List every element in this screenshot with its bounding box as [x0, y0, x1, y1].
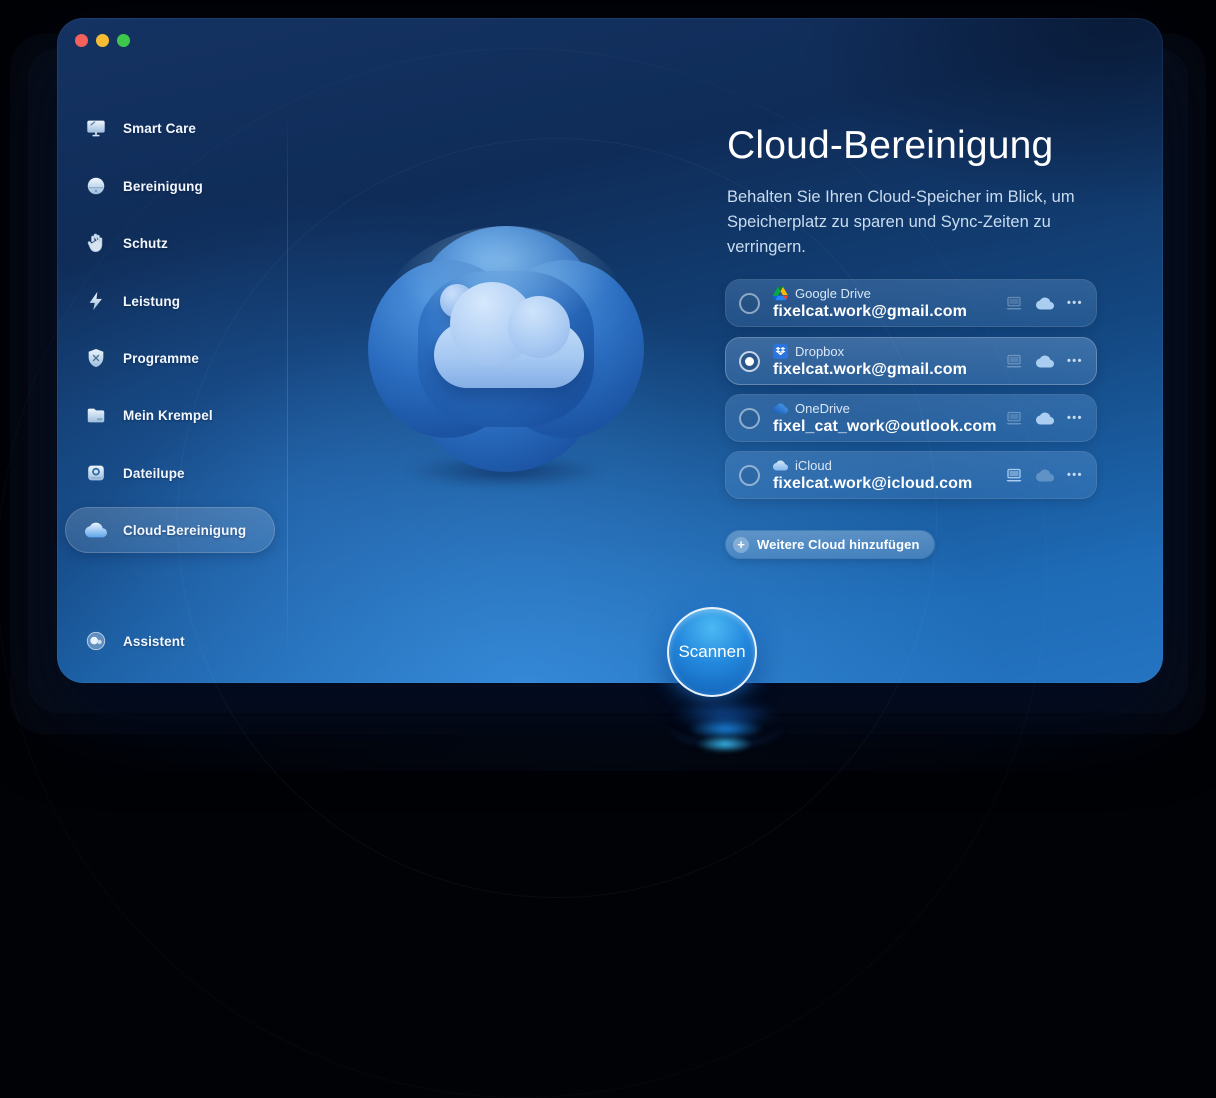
blob-core [418, 271, 594, 427]
sidebar: Smart Care Bereinigung Schutz Leistung P… [57, 18, 287, 683]
my-clutter-icon [84, 403, 108, 427]
account-radio[interactable] [739, 293, 760, 314]
sidebar-divider [287, 113, 288, 655]
cloud-sync-icon [1036, 297, 1054, 310]
laptop-icon [1005, 296, 1023, 311]
small-cloud-ball [440, 284, 474, 318]
cloud-sync-icon [1036, 355, 1054, 368]
plus-icon: + [733, 537, 749, 553]
sidebar-item-smart-care[interactable]: Smart Care [66, 106, 274, 150]
sidebar-item-label: Schutz [123, 236, 168, 251]
ellipsis-menu-icon[interactable]: ••• [1067, 470, 1083, 480]
page-description: Behalten Sie Ihren Cloud-Speicher im Bli… [727, 185, 1103, 260]
account-email: fixelcat.work@gmail.com [773, 361, 967, 379]
blob-lobe [417, 314, 595, 472]
sidebar-item-mein-krempel[interactable]: Mein Krempel [66, 393, 274, 437]
laptop-icon [1005, 354, 1023, 369]
laptop-icon [1005, 411, 1023, 426]
service-name: OneDrive [795, 401, 850, 416]
account-radio[interactable] [739, 465, 760, 486]
sidebar-item-label: Dateilupe [123, 466, 185, 481]
sidebar-item-cloud-bereinigung[interactable]: Cloud-Bereinigung [66, 508, 274, 552]
service-name: Dropbox [795, 344, 844, 359]
scan-button[interactable]: Scannen [667, 607, 757, 697]
cleanup-icon [84, 174, 108, 198]
account-row-onedrive[interactable]: OneDrive fixel_cat_work@outlook.com ••• [726, 395, 1096, 441]
account-email: fixel_cat_work@outlook.com [773, 418, 997, 436]
account-radio[interactable] [739, 351, 760, 372]
applications-icon [84, 346, 108, 370]
account-row-icloud[interactable]: iCloud fixelcat.work@icloud.com ••• [726, 452, 1096, 498]
account-email: fixelcat.work@icloud.com [773, 475, 972, 493]
add-cloud-button[interactable]: + Weitere Cloud hinzufügen [726, 531, 934, 558]
account-row-dropbox[interactable]: Dropbox fixelcat.work@gmail.com ••• [726, 338, 1096, 384]
cloud-sync-icon [1036, 412, 1054, 425]
blob-lobe [486, 260, 644, 438]
account-row-google-drive[interactable]: Google Drive fixelcat.work@gmail.com ••• [726, 280, 1096, 326]
account-email: fixelcat.work@gmail.com [773, 303, 967, 321]
cloud-cleanup-icon [84, 518, 108, 542]
sidebar-item-programme[interactable]: Programme [66, 336, 274, 380]
desktop-background: Smart Care Bereinigung Schutz Leistung P… [0, 0, 1216, 771]
add-cloud-label: Weitere Cloud hinzufügen [757, 537, 920, 552]
smart-care-icon [84, 116, 108, 140]
sidebar-item-leistung[interactable]: Leistung [66, 279, 274, 323]
service-name: iCloud [795, 458, 832, 473]
laptop-icon [1005, 468, 1023, 483]
sidebar-item-label: Assistent [123, 634, 185, 649]
sidebar-item-label: Bereinigung [123, 179, 203, 194]
ellipsis-menu-icon[interactable]: ••• [1067, 298, 1083, 308]
performance-icon [84, 289, 108, 313]
icloud-icon [773, 458, 788, 473]
cloud-sync-icon [1036, 469, 1054, 482]
sidebar-item-schutz[interactable]: Schutz [66, 221, 274, 265]
sidebar-item-assistent[interactable]: Assistent [66, 619, 274, 663]
page-title: Cloud-Bereinigung [727, 124, 1053, 168]
sidebar-item-dateilupe[interactable]: Dateilupe [66, 451, 274, 495]
sidebar-item-label: Mein Krempel [123, 408, 213, 423]
sidebar-item-label: Cloud-Bereinigung [123, 523, 246, 538]
assistant-icon [84, 629, 108, 653]
blob-shadow [406, 454, 606, 488]
file-lens-icon [84, 461, 108, 485]
blob-lobe [417, 226, 595, 384]
sidebar-item-label: Leistung [123, 294, 180, 309]
inner-cloud-shape [434, 322, 584, 388]
sidebar-item-label: Programme [123, 351, 199, 366]
sidebar-item-bereinigung[interactable]: Bereinigung [66, 164, 274, 208]
google-drive-icon [773, 286, 788, 301]
ellipsis-menu-icon[interactable]: ••• [1067, 356, 1083, 366]
ellipsis-menu-icon[interactable]: ••• [1067, 413, 1083, 423]
dropbox-icon [773, 344, 788, 359]
app-window: Smart Care Bereinigung Schutz Leistung P… [57, 18, 1163, 683]
sidebar-item-label: Smart Care [123, 121, 196, 136]
account-radio[interactable] [739, 408, 760, 429]
cloud-blob-illustration [368, 226, 644, 472]
blob-sheen [368, 226, 644, 472]
onedrive-icon [773, 401, 788, 416]
blob-lobe [368, 260, 526, 438]
service-name: Google Drive [795, 286, 871, 301]
protection-icon [84, 231, 108, 255]
scan-button-label: Scannen [678, 642, 745, 662]
